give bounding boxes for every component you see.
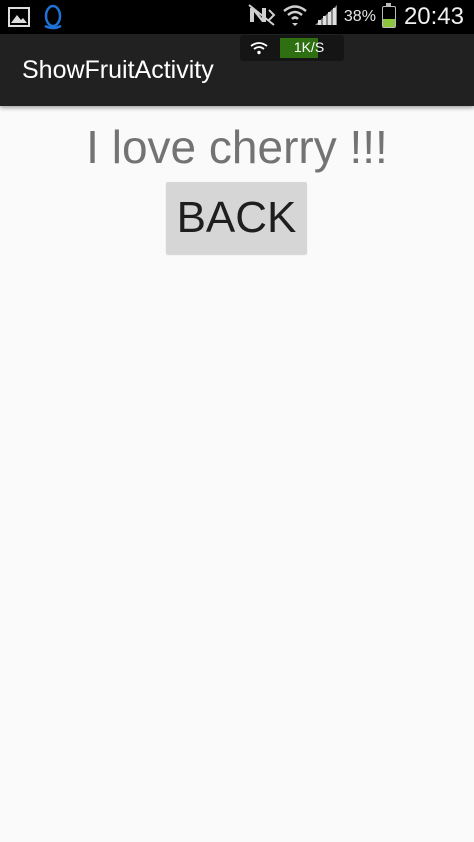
back-button[interactable]: BACK (166, 182, 307, 254)
wifi-icon (282, 3, 308, 32)
action-bar: 1K/S ShowFruitActivity (0, 34, 474, 106)
battery-level (382, 19, 395, 27)
cell-signal-icon (314, 4, 338, 31)
status-time: 20:43 (403, 3, 464, 30)
status-right-icons: 38% 20:43 (248, 2, 464, 32)
status-left-icons (8, 4, 64, 35)
qq-penguin-icon (42, 4, 64, 35)
fruit-message: I love cherry !!! (86, 121, 388, 173)
page-title: ShowFruitActivity (22, 56, 214, 84)
wifi-icon (240, 41, 278, 55)
battery-percent: 38% (343, 8, 376, 25)
main-content: I love cherry !!! BACK (0, 106, 474, 842)
status-bar: 38% 20:43 (0, 0, 474, 34)
no-signal-icon (248, 3, 276, 31)
battery-icon (381, 3, 396, 28)
network-speed-indicator: 1K/S (240, 35, 344, 61)
gallery-icon (8, 7, 30, 32)
network-speed-label: 1K/S (293, 39, 325, 55)
